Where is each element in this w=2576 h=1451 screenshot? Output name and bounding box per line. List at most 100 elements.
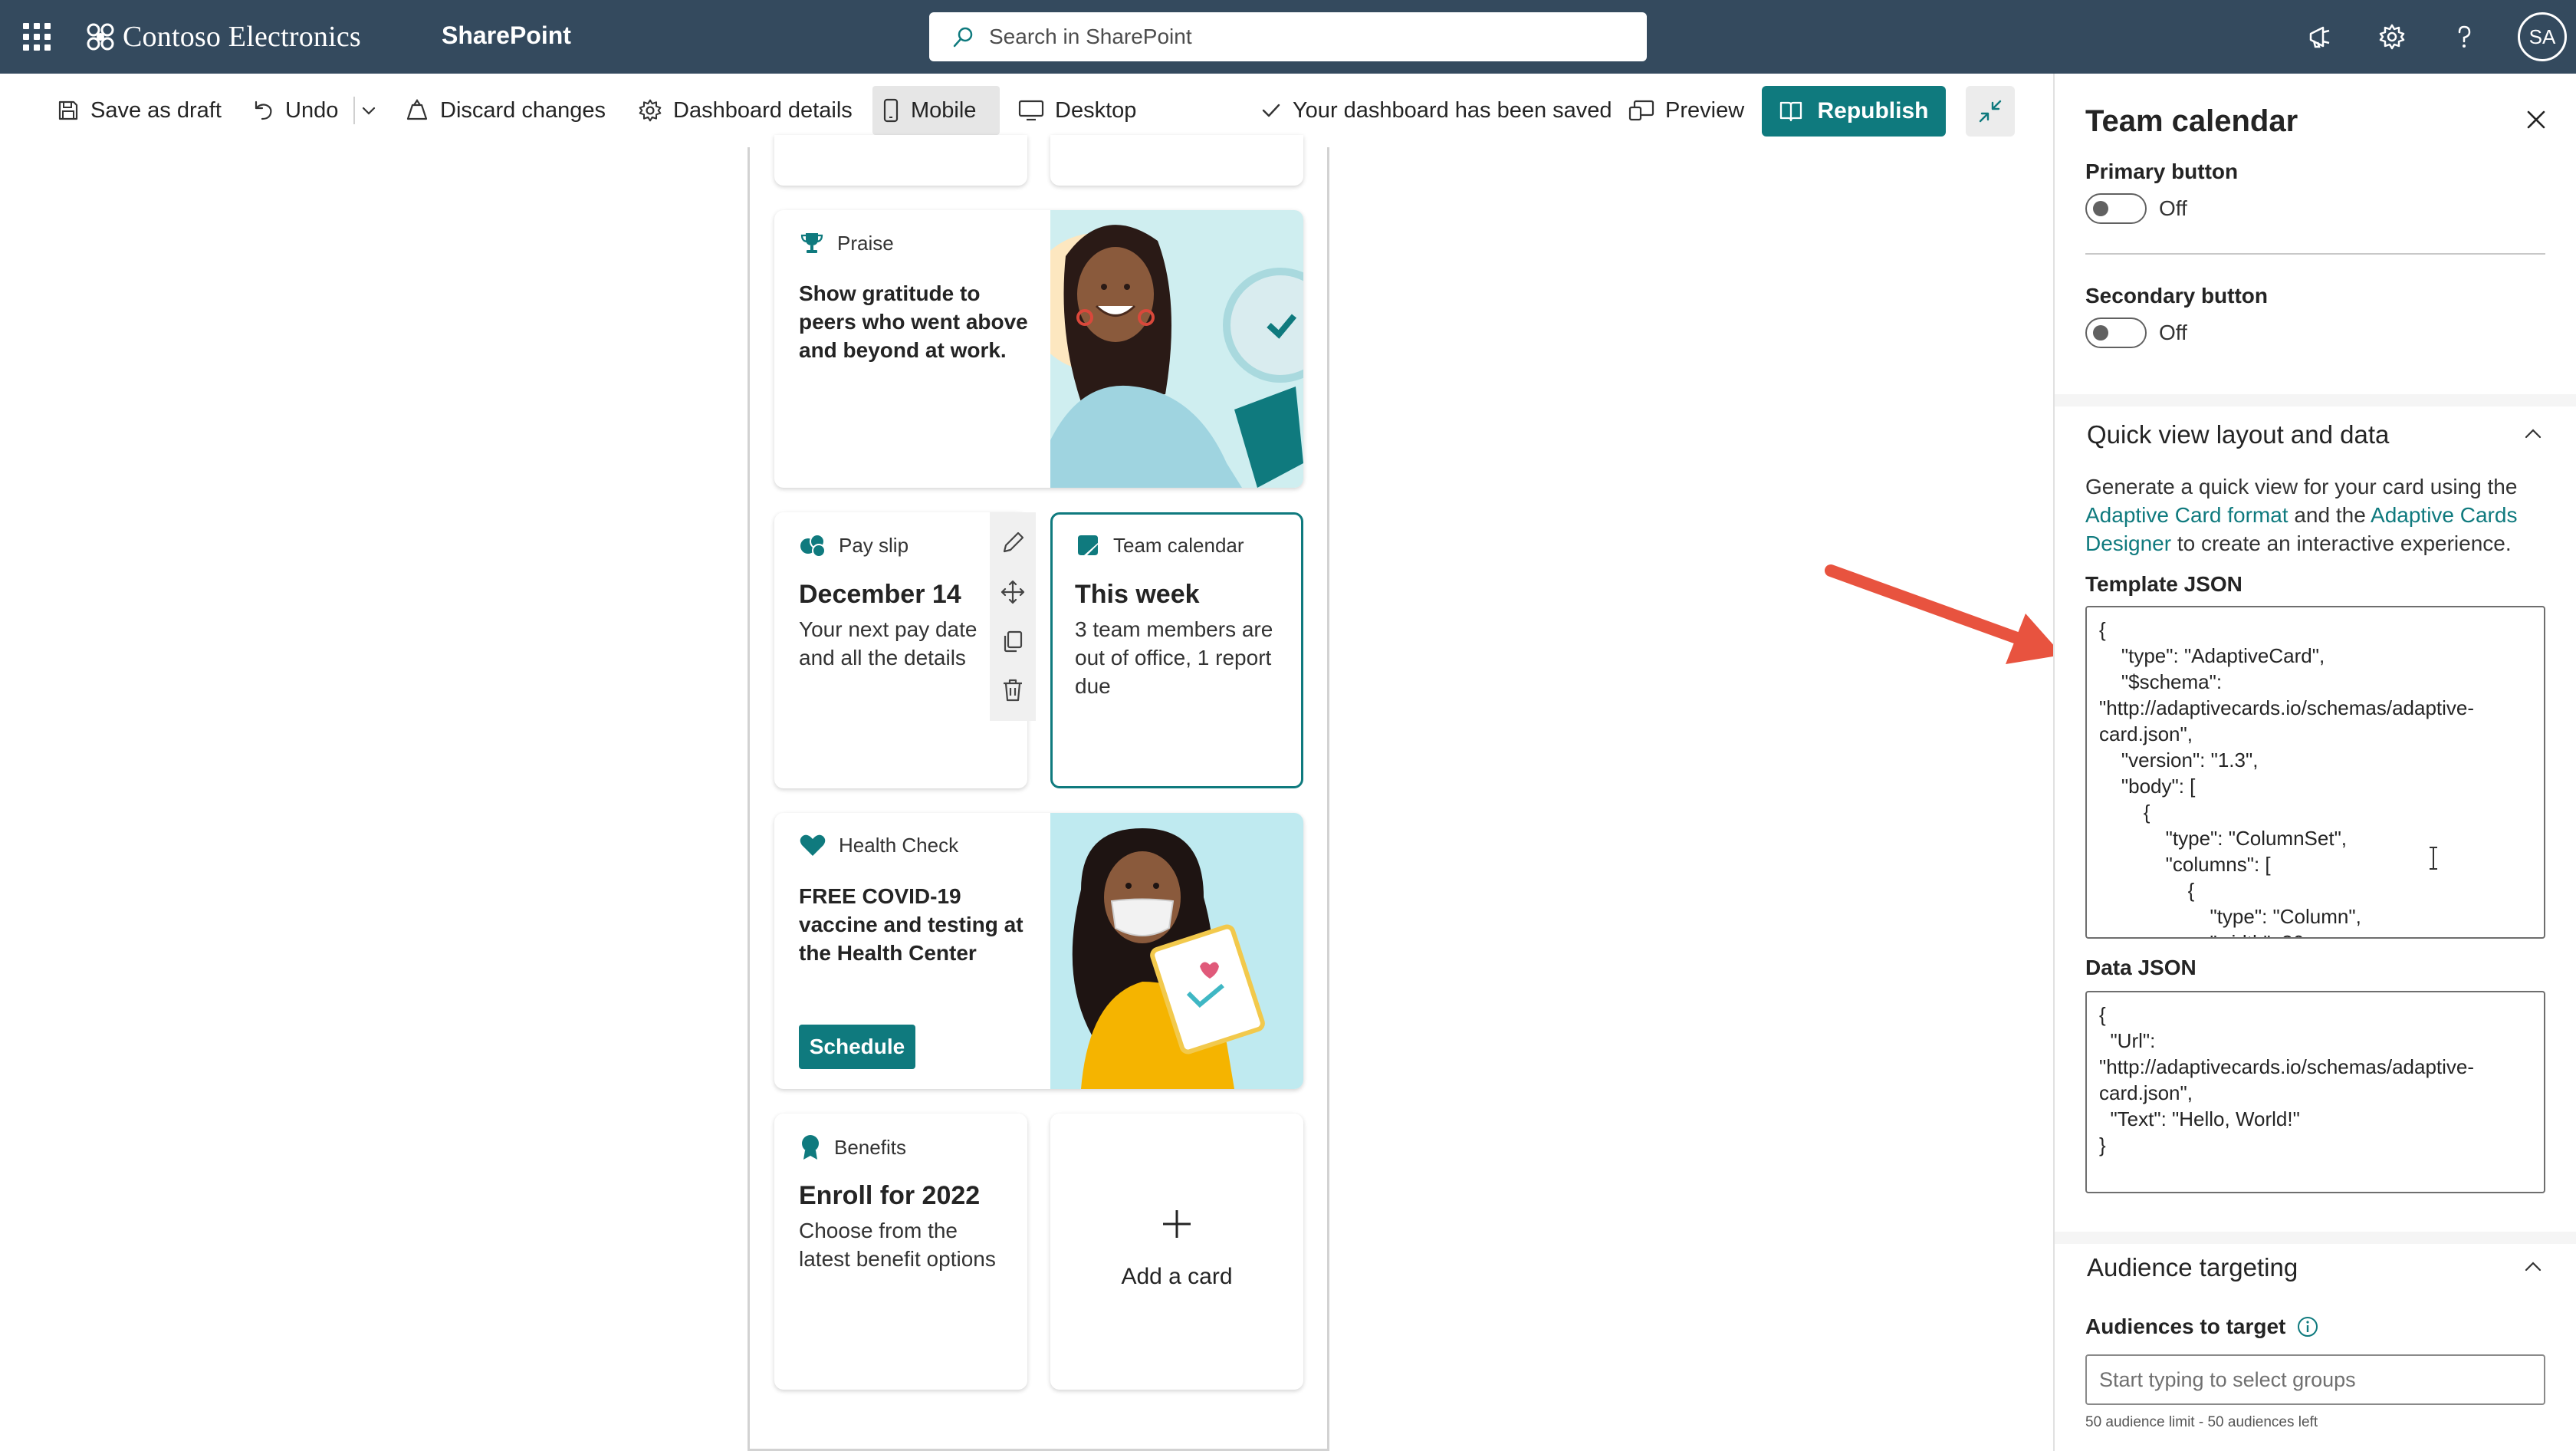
- divider: [2085, 253, 2545, 255]
- command-bar: Save as draft Undo Discard changes Dashb…: [0, 74, 2055, 147]
- preview-label: Preview: [1665, 97, 1745, 123]
- republish-label: Republish: [1817, 98, 1929, 123]
- discard-changes-label: Discard changes: [440, 97, 606, 123]
- chevron-up-icon[interactable]: [2522, 1256, 2544, 1278]
- health-check-card[interactable]: Health Check FREE COVID-19 vaccine and t…: [774, 813, 1303, 1089]
- card-properties-panel: Team calendar Primary button Off Seconda…: [2053, 74, 2576, 1451]
- save-as-draft-button[interactable]: Save as draft: [48, 86, 231, 135]
- team-calendar-card-title: Team calendar: [1113, 533, 1244, 557]
- save-status-text: Your dashboard has been saved: [1293, 97, 1612, 123]
- heart-icon: [800, 834, 826, 856]
- ribbon-badge-icon: [802, 1135, 819, 1160]
- secondary-button-toggle[interactable]: [2085, 318, 2147, 348]
- primary-button-toggle[interactable]: [2085, 193, 2147, 224]
- audience-section-title[interactable]: Audience targeting: [2087, 1253, 2298, 1282]
- desktop-view-button[interactable]: Desktop: [1009, 86, 1145, 135]
- benefits-card[interactable]: Benefits Enroll for 2022 Choose from the…: [774, 1114, 1027, 1390]
- panel-title: Team calendar: [2085, 104, 2298, 138]
- edit-pencil-icon[interactable]: [1000, 530, 1026, 556]
- preview-button[interactable]: Preview: [1619, 86, 1753, 135]
- praise-card-title: Praise: [837, 231, 894, 255]
- gear-icon: [639, 99, 662, 122]
- duplicate-icon[interactable]: [1000, 628, 1026, 654]
- discard-icon: [406, 99, 428, 120]
- app-name[interactable]: SharePoint: [442, 21, 571, 50]
- search-box[interactable]: [929, 12, 1647, 61]
- health-check-card-header: Health Check: [799, 833, 958, 857]
- quick-view-description: Generate a quick view for your card usin…: [2085, 475, 2518, 555]
- collapse-panel-button[interactable]: [1966, 86, 2015, 137]
- team-calendar-card-header: Team calendar: [1075, 532, 1244, 558]
- template-json-label: Template JSON: [2085, 572, 2242, 596]
- money-icon: [800, 534, 826, 558]
- benefits-card-header: Benefits: [799, 1133, 906, 1161]
- add-card-tile[interactable]: Add a card: [1050, 1114, 1303, 1390]
- partial-card-top-left[interactable]: [774, 135, 1027, 186]
- audience-picker[interactable]: [2085, 1354, 2545, 1405]
- secondary-button-label: Secondary button: [2085, 284, 2269, 308]
- praise-card-body: Show gratitude to peers who went above a…: [799, 281, 1028, 362]
- partial-card-top-right[interactable]: [1050, 135, 1303, 186]
- close-icon[interactable]: [2525, 109, 2547, 130]
- desktop-monitor-icon: [1018, 100, 1044, 121]
- republish-button[interactable]: Republish: [1762, 86, 1946, 137]
- schedule-button[interactable]: Schedule: [799, 1025, 915, 1069]
- dashboard-details-button[interactable]: Dashboard details: [629, 86, 862, 135]
- primary-button-label: Primary button: [2085, 160, 2239, 183]
- health-check-card-title: Health Check: [839, 833, 959, 857]
- audiences-to-target-label: Audiences to target: [2085, 1314, 2286, 1338]
- secondary-button-toggle-row: Off: [2085, 318, 2187, 348]
- chevron-down-icon: [362, 107, 376, 115]
- chevron-up-icon[interactable]: [2522, 423, 2544, 445]
- benefits-title: Enroll for 2022: [799, 1181, 981, 1210]
- audience-limit-hint: 50 audience limit - 50 audiences left: [2085, 1414, 2318, 1430]
- card-toolbar: [990, 512, 1036, 721]
- data-json-editor[interactable]: { "Url": "http://adaptivecards.io/schema…: [2085, 991, 2545, 1193]
- undo-icon: [255, 100, 272, 120]
- undo-button[interactable]: Undo: [242, 86, 347, 135]
- settings-gear-icon[interactable]: [2372, 17, 2412, 57]
- dashboard-details-label: Dashboard details: [673, 97, 853, 123]
- save-as-draft-label: Save as draft: [90, 97, 222, 123]
- add-card-label: Add a card: [1121, 1264, 1233, 1289]
- brand-name: Contoso Electronics: [123, 21, 361, 53]
- calendar-icon: [1078, 535, 1098, 555]
- template-json-editor[interactable]: { "type": "AdaptiveCard", "$schema": "ht…: [2085, 606, 2545, 939]
- quick-view-section-title[interactable]: Quick view layout and data: [2087, 420, 2389, 449]
- suite-bar: Contoso Electronics SharePoint SA: [0, 0, 2576, 74]
- plus-icon: [1163, 1210, 1191, 1238]
- pay-slip-card-header: Pay slip: [799, 532, 909, 558]
- adaptive-card-format-link[interactable]: Adaptive Card format: [2085, 503, 2288, 527]
- audience-input[interactable]: [2099, 1367, 2528, 1392]
- benefits-body: Choose from the latest benefit options: [799, 1219, 996, 1271]
- save-status: Your dashboard has been saved: [1251, 86, 1622, 135]
- discard-changes-button[interactable]: Discard changes: [396, 86, 615, 135]
- team-calendar-body: 3 team members are out of office, 1 repo…: [1075, 617, 1273, 698]
- move-arrows-icon[interactable]: [1000, 579, 1026, 605]
- pay-slip-body: Your next pay date and all the details: [799, 617, 978, 670]
- desktop-view-label: Desktop: [1055, 97, 1137, 123]
- mobile-view-button[interactable]: Mobile: [872, 86, 1000, 135]
- delete-trash-icon[interactable]: [1000, 677, 1026, 703]
- search-input[interactable]: [989, 25, 1618, 49]
- brand[interactable]: Contoso Electronics: [83, 18, 361, 55]
- trophy-icon: [800, 233, 823, 253]
- health-check-body: FREE COVID-19 vaccine and testing at the…: [799, 884, 1024, 965]
- avatar[interactable]: SA: [2518, 12, 2567, 61]
- info-icon[interactable]: [2296, 1315, 2319, 1338]
- announcement-icon[interactable]: [2300, 17, 2340, 57]
- primary-button-state: Off: [2159, 196, 2187, 220]
- app-launcher-icon[interactable]: [23, 23, 51, 51]
- undo-dropdown-button[interactable]: [354, 86, 383, 135]
- help-icon[interactable]: [2444, 17, 2484, 57]
- book-open-icon: [1780, 101, 1802, 122]
- collapse-arrows-icon: [1979, 100, 2002, 123]
- pay-slip-date: December 14: [799, 580, 961, 609]
- save-icon: [58, 100, 78, 120]
- praise-illustration: [1050, 210, 1303, 488]
- contoso-logo-icon: [87, 23, 114, 51]
- annotation-arrow: [1825, 564, 2062, 664]
- team-calendar-card[interactable]: Team calendar This week 3 team members a…: [1050, 512, 1303, 788]
- praise-card[interactable]: Praise Show gratitude to peers who went …: [774, 210, 1303, 488]
- section-separator: [2055, 1232, 2576, 1244]
